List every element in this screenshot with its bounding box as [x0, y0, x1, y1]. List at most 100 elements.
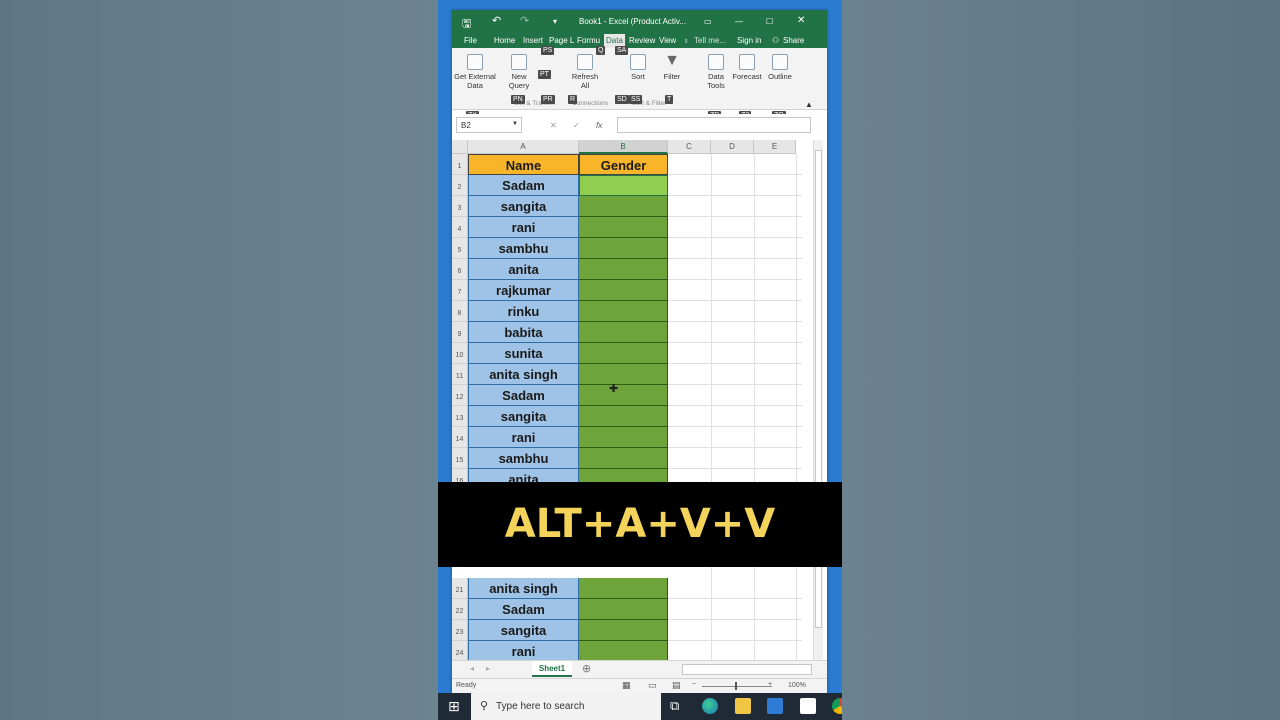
chevron-down-icon[interactable]: ▼: [512, 121, 518, 127]
customize-qat-icon[interactable]: ▾: [553, 17, 557, 26]
empty-cells[interactable]: [668, 175, 802, 196]
row-header[interactable]: 1: [452, 154, 468, 175]
gender-cell[interactable]: [579, 427, 668, 448]
empty-cells[interactable]: [668, 641, 802, 660]
maximize-icon[interactable]: ☐: [766, 17, 773, 26]
formula-input[interactable]: [617, 117, 811, 133]
name-cell[interactable]: rani: [468, 217, 579, 238]
edge-icon[interactable]: [702, 698, 718, 714]
share-button[interactable]: Share: [783, 36, 804, 45]
gender-cell[interactable]: [579, 385, 668, 406]
empty-cells[interactable]: [668, 301, 802, 322]
gender-cell-active[interactable]: [579, 175, 668, 196]
empty-cells[interactable]: [668, 406, 802, 427]
name-box[interactable]: B2 ▼: [456, 117, 522, 133]
zoom-slider[interactable]: [702, 686, 772, 687]
enter-icon[interactable]: ✓: [573, 121, 580, 130]
tab-formulas[interactable]: Formu: [577, 36, 600, 45]
empty-cells[interactable]: [668, 217, 802, 238]
forecast-button[interactable]: Forecast: [732, 54, 762, 81]
header-cell-name[interactable]: Name: [468, 154, 579, 175]
gender-cell[interactable]: [579, 217, 668, 238]
name-cell[interactable]: sambhu: [468, 238, 579, 259]
name-cell[interactable]: anita singh: [468, 578, 579, 599]
data-tools-button[interactable]: Data Tools: [704, 54, 728, 90]
scroll-left-icon[interactable]: ◂: [470, 664, 474, 673]
name-cell[interactable]: babita: [468, 322, 579, 343]
gender-cell[interactable]: [579, 280, 668, 301]
close-icon[interactable]: ✕: [797, 15, 805, 26]
save-icon[interactable]: 🖫: [462, 15, 471, 34]
filter-button[interactable]: ▼ Filter: [658, 53, 686, 82]
fx-icon[interactable]: fx: [596, 121, 602, 130]
name-cell[interactable]: anita singh: [468, 364, 579, 385]
name-cell[interactable]: rajkumar: [468, 280, 579, 301]
name-cell[interactable]: Sadam: [468, 385, 579, 406]
ribbon-display-icon[interactable]: ▭: [704, 17, 712, 26]
worksheet-grid[interactable]: A B C D E 1 Name Gender 2 Sadam 3 sangit…: [452, 140, 827, 660]
tab-insert[interactable]: Insert: [523, 36, 543, 45]
file-explorer-icon[interactable]: [735, 698, 751, 714]
mail-icon[interactable]: [800, 698, 816, 714]
task-view-icon[interactable]: ⧉: [670, 698, 679, 714]
gender-cell[interactable]: [579, 322, 668, 343]
horizontal-scrollbar[interactable]: [682, 664, 812, 675]
name-cell[interactable]: anita: [468, 259, 579, 280]
redo-icon[interactable]: ↷: [520, 14, 529, 27]
empty-cells[interactable]: [668, 280, 802, 301]
cancel-icon[interactable]: ✕: [550, 121, 557, 130]
empty-cells[interactable]: [668, 259, 802, 280]
name-cell[interactable]: sangita: [468, 406, 579, 427]
empty-cells[interactable]: [668, 238, 802, 259]
zoom-slider-thumb[interactable]: [735, 682, 737, 690]
gender-cell[interactable]: [579, 406, 668, 427]
column-header-b[interactable]: B: [579, 140, 668, 154]
taskbar-search-box[interactable]: ⚲ Type here to search: [471, 693, 661, 720]
name-cell[interactable]: Sadam: [468, 175, 579, 196]
sign-in-link[interactable]: Sign in: [737, 36, 761, 45]
tab-review[interactable]: Review: [629, 36, 655, 45]
gender-cell[interactable]: [579, 343, 668, 364]
normal-view-icon[interactable]: ▦: [622, 680, 631, 691]
empty-cells[interactable]: [668, 620, 802, 641]
zoom-level[interactable]: 100%: [788, 682, 806, 689]
chrome-icon[interactable]: [832, 698, 842, 714]
collapse-ribbon-icon[interactable]: ▲: [805, 100, 813, 109]
tab-view[interactable]: View: [659, 36, 676, 45]
name-cell[interactable]: rinku: [468, 301, 579, 322]
tab-page-layout[interactable]: Page L: [549, 36, 574, 45]
gender-cell[interactable]: [579, 364, 668, 385]
select-all-corner[interactable]: [452, 140, 468, 154]
undo-icon[interactable]: ↶: [492, 14, 501, 27]
header-cell-gender[interactable]: Gender: [579, 154, 668, 175]
empty-cells[interactable]: [668, 322, 802, 343]
name-cell[interactable]: sambhu: [468, 448, 579, 469]
empty-cells[interactable]: [668, 196, 802, 217]
minimize-icon[interactable]: —: [735, 17, 743, 26]
scroll-right-icon[interactable]: ▸: [486, 664, 490, 673]
get-external-data-button[interactable]: Get External Data: [454, 54, 496, 90]
empty-cells[interactable]: [668, 364, 802, 385]
tell-me-box[interactable]: Tell me...: [694, 36, 726, 45]
outline-button[interactable]: Outline: [765, 54, 795, 81]
empty-cells[interactable]: [668, 427, 802, 448]
refresh-all-button[interactable]: Refresh All: [570, 54, 600, 90]
column-header-d[interactable]: D: [711, 140, 754, 154]
windows-start-icon[interactable]: ⊞: [448, 698, 460, 715]
empty-cells[interactable]: [668, 578, 802, 599]
sheet-tab-sheet1[interactable]: Sheet1: [532, 661, 572, 677]
gender-cell[interactable]: [579, 196, 668, 217]
column-header-e[interactable]: E: [754, 140, 796, 154]
zoom-out-icon[interactable]: −: [692, 681, 696, 688]
empty-cells[interactable]: [668, 385, 802, 406]
gender-cell[interactable]: [579, 599, 668, 620]
gender-cell[interactable]: [579, 238, 668, 259]
new-query-button[interactable]: New Query: [502, 54, 536, 90]
gender-cell[interactable]: [579, 301, 668, 322]
tab-home[interactable]: Home: [494, 36, 515, 45]
empty-cells[interactable]: [668, 343, 802, 364]
gender-cell[interactable]: [579, 578, 668, 599]
empty-cells[interactable]: [668, 599, 802, 620]
column-header-c[interactable]: C: [668, 140, 711, 154]
gender-cell[interactable]: [579, 259, 668, 280]
